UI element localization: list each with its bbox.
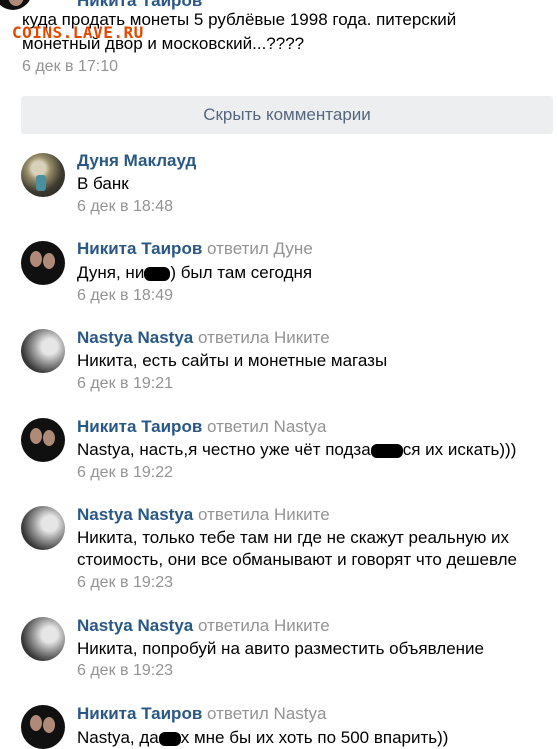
reply-to[interactable]: ответила Никите bbox=[198, 328, 330, 347]
avatar-face bbox=[43, 253, 55, 269]
avatar-face bbox=[43, 430, 55, 446]
avatar[interactable] bbox=[21, 329, 65, 373]
comment-author[interactable]: Дуня Маклауд bbox=[77, 151, 196, 171]
avatar-face bbox=[8, 0, 24, 6]
censor-blot bbox=[370, 443, 403, 458]
comment-text: Дуня, ни ) был там сегодня bbox=[77, 262, 312, 284]
hide-comments-button[interactable]: Скрыть комментарии bbox=[21, 96, 553, 134]
comment-text-part: Nastya, да bbox=[77, 728, 159, 747]
comment-author[interactable]: Nastya Nastya ответила Никите bbox=[77, 505, 330, 525]
author-name[interactable]: Nastya Nastya bbox=[77, 505, 193, 524]
author-name[interactable]: Никита Таиров bbox=[77, 417, 202, 436]
comment-date[interactable]: 6 дек в 19:23 bbox=[77, 662, 173, 680]
comment-text: В банк bbox=[77, 174, 129, 193]
comment-date[interactable]: 6 дек в 19:21 bbox=[77, 375, 173, 393]
reply-to[interactable]: ответил Nastya bbox=[207, 417, 326, 436]
author-name[interactable]: Никита Таиров bbox=[77, 239, 202, 258]
comment-text-part: х мне бы их хоть по 500 впарить)) bbox=[180, 728, 449, 747]
comment-text-part: Nastya, насть,я честно уже чёт подза bbox=[77, 440, 371, 459]
avatar[interactable] bbox=[21, 506, 65, 550]
comment-date[interactable]: 6 дек в 17:10 bbox=[22, 58, 118, 76]
avatar[interactable] bbox=[21, 617, 65, 661]
censor-blot bbox=[158, 731, 181, 746]
comment-date[interactable]: 6 дек в 18:48 bbox=[77, 198, 173, 216]
comment-author[interactable]: Nastya Nastya ответила Никите bbox=[77, 616, 330, 636]
reply-to[interactable]: ответила Никите bbox=[198, 505, 330, 524]
comment-text: Никита, попробуй на авито разместить объ… bbox=[77, 639, 484, 658]
comment-date[interactable]: 6 дек в 19:23 bbox=[77, 574, 173, 592]
comment-author[interactable]: Никита Таиров ответил Nastya bbox=[77, 417, 326, 437]
comment-text: стоимость, они все обманывают и говорят … bbox=[77, 550, 517, 569]
avatar-figure bbox=[36, 175, 46, 191]
comment-text: Никита, только тебе там ни где не скажут… bbox=[77, 528, 510, 547]
comment-date[interactable]: 6 дек в 18:49 bbox=[77, 287, 173, 305]
author-name[interactable]: Nastya Nastya bbox=[77, 616, 193, 635]
avatar-face bbox=[30, 428, 42, 444]
author-name[interactable]: Nastya Nastya bbox=[77, 328, 193, 347]
comment-text-part: ) был там сегодня bbox=[170, 263, 313, 282]
avatar[interactable] bbox=[21, 241, 65, 285]
comment-text-part: ся их искать))) bbox=[402, 440, 517, 459]
comment-author[interactable]: Никита Таиров ответил Nastya bbox=[77, 704, 326, 724]
avatar[interactable] bbox=[21, 705, 65, 749]
comment-author[interactable]: Nastya Nastya ответила Никите bbox=[77, 328, 330, 348]
reply-to[interactable]: ответил Nastya bbox=[207, 704, 326, 723]
reply-to[interactable]: ответила Никите bbox=[198, 616, 330, 635]
avatar[interactable] bbox=[21, 153, 65, 197]
comment-text: Никита, есть сайты и монетные магазы bbox=[77, 351, 388, 370]
watermark: COINS.LAVE.RU bbox=[12, 23, 144, 42]
avatar-face bbox=[30, 715, 42, 731]
censor-blot bbox=[144, 266, 171, 281]
comment-author[interactable]: Никита Таиров ответил Дуне bbox=[77, 239, 313, 259]
comment-text-part: Дуня, ни bbox=[77, 263, 145, 282]
avatar-face bbox=[43, 717, 55, 733]
avatar-face bbox=[30, 251, 42, 267]
comment-date[interactable]: 6 дек в 19:22 bbox=[77, 464, 173, 482]
comment-text: Nastya, насть,я честно уже чёт подза ся и… bbox=[77, 439, 516, 461]
author-name[interactable]: Никита Таиров bbox=[77, 704, 202, 723]
reply-to[interactable]: ответил Дуне bbox=[207, 239, 313, 258]
comment-text: Nastya, да х мне бы их хоть по 500 впарит… bbox=[77, 727, 448, 749]
avatar[interactable] bbox=[21, 418, 65, 462]
